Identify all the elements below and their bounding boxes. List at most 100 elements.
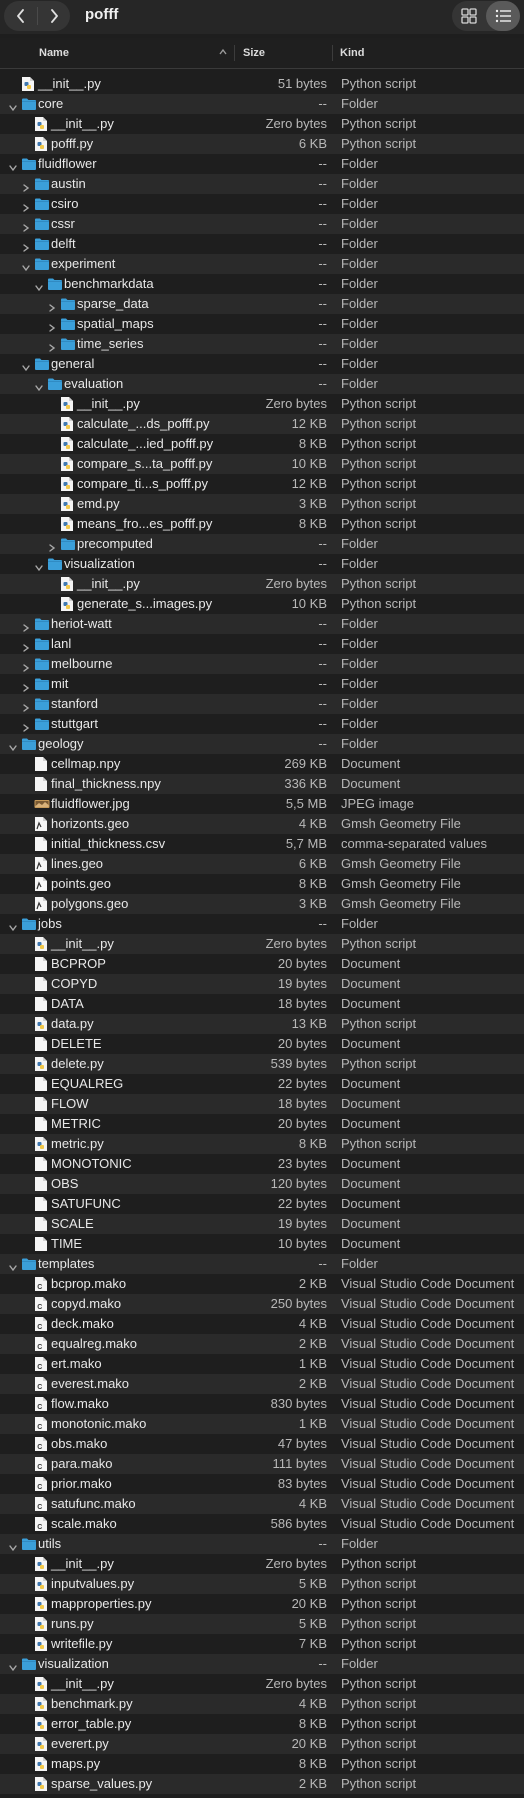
- forward-button[interactable]: [37, 1, 70, 31]
- file-row[interactable]: lines.geo 6 KB Gmsh Geometry File: [0, 854, 524, 874]
- folder-row[interactable]: precomputed -- Folder: [0, 534, 524, 554]
- folder-row[interactable]: lanl -- Folder: [0, 634, 524, 654]
- file-row[interactable]: Ccopyd.mako 250 bytes Visual Studio Code D…: [0, 1294, 524, 1314]
- file-row[interactable]: data.py 13 KB Python script: [0, 1014, 524, 1034]
- folder-row[interactable]: austin -- Folder: [0, 174, 524, 194]
- disclosure-collapsed-icon[interactable]: [21, 199, 31, 212]
- disclosure-expanded-icon[interactable]: [8, 1539, 18, 1552]
- file-row[interactable]: __init__.py Zero bytes Python script: [0, 1554, 524, 1574]
- folder-row[interactable]: benchmarkdata -- Folder: [0, 274, 524, 294]
- disclosure-expanded-icon[interactable]: [8, 159, 18, 172]
- file-row[interactable]: means_fro...es_pofff.py 8 KB Python script: [0, 514, 524, 534]
- folder-row[interactable]: stuttgart -- Folder: [0, 714, 524, 734]
- file-row[interactable]: Cequalreg.mako 2 KB Visual Studio Code Doc…: [0, 1334, 524, 1354]
- disclosure-collapsed-icon[interactable]: [21, 219, 31, 232]
- file-row[interactable]: __init__.py Zero bytes Python script: [0, 1674, 524, 1694]
- file-row[interactable]: initial_thickness.csv 5,7 MB comma-separat…: [0, 834, 524, 854]
- file-row[interactable]: everert.py 20 KB Python script: [0, 1734, 524, 1754]
- file-row[interactable]: Cpara.mako 111 bytes Visual Studio Code Do…: [0, 1454, 524, 1474]
- grid-view-button[interactable]: [452, 1, 486, 31]
- disclosure-expanded-icon[interactable]: [34, 379, 44, 392]
- file-row[interactable]: Cdeck.mako 4 KB Visual Studio Code Documen…: [0, 1314, 524, 1334]
- disclosure-expanded-icon[interactable]: [21, 359, 31, 372]
- file-row[interactable]: benchmark.py 4 KB Python script: [0, 1694, 524, 1714]
- file-row[interactable]: Cprior.mako 83 bytes Visual Studio Code Do…: [0, 1474, 524, 1494]
- folder-row[interactable]: mit -- Folder: [0, 674, 524, 694]
- disclosure-expanded-icon[interactable]: [8, 1259, 18, 1272]
- file-row[interactable]: DATA 18 bytes Document: [0, 994, 524, 1014]
- folder-row[interactable]: sparse_data -- Folder: [0, 294, 524, 314]
- file-row[interactable]: final_thickness.npy 336 KB Document: [0, 774, 524, 794]
- folder-row[interactable]: delft -- Folder: [0, 234, 524, 254]
- file-row[interactable]: points.geo 8 KB Gmsh Geometry File: [0, 874, 524, 894]
- file-row[interactable]: metric.py 8 KB Python script: [0, 1134, 524, 1154]
- folder-row[interactable]: jobs -- Folder: [0, 914, 524, 934]
- file-row[interactable]: METRIC 20 bytes Document: [0, 1114, 524, 1134]
- file-row[interactable]: FLOW 18 bytes Document: [0, 1094, 524, 1114]
- file-row[interactable]: calculate_...ied_pofff.py 8 KB Python scri…: [0, 434, 524, 454]
- disclosure-expanded-icon[interactable]: [8, 99, 18, 112]
- folder-row[interactable]: geology -- Folder: [0, 734, 524, 754]
- disclosure-collapsed-icon[interactable]: [21, 239, 31, 252]
- file-row[interactable]: inputvalues.py 5 KB Python script: [0, 1574, 524, 1594]
- file-row[interactable]: cellmap.npy 269 KB Document: [0, 754, 524, 774]
- folder-row[interactable]: csiro -- Folder: [0, 194, 524, 214]
- file-row[interactable]: TIME 10 bytes Document: [0, 1234, 524, 1254]
- file-row[interactable]: SATUFUNC 22 bytes Document: [0, 1194, 524, 1214]
- disclosure-collapsed-icon[interactable]: [21, 679, 31, 692]
- file-row[interactable]: maps.py 8 KB Python script: [0, 1754, 524, 1774]
- disclosure-collapsed-icon[interactable]: [47, 339, 57, 352]
- folder-row[interactable]: time_series -- Folder: [0, 334, 524, 354]
- column-header-kind[interactable]: Kind: [340, 47, 364, 59]
- sort-ascending-icon[interactable]: [218, 47, 228, 57]
- file-row[interactable]: OBS 120 bytes Document: [0, 1174, 524, 1194]
- file-row[interactable]: compare_ti...s_pofff.py 12 KB Python scrip…: [0, 474, 524, 494]
- file-row[interactable]: MONOTONIC 23 bytes Document: [0, 1154, 524, 1174]
- file-row[interactable]: generate_s...images.py 10 KB Python script: [0, 594, 524, 614]
- folder-row[interactable]: fluidflower -- Folder: [0, 154, 524, 174]
- folder-row[interactable]: core -- Folder: [0, 94, 524, 114]
- column-header-size[interactable]: Size: [243, 47, 265, 59]
- folder-row[interactable]: visualization -- Folder: [0, 554, 524, 574]
- file-row[interactable]: Cscale.mako 586 bytes Visual Studio Code D…: [0, 1514, 524, 1534]
- file-row[interactable]: Cmonotonic.mako 1 KB Visual Studio Code Do…: [0, 1414, 524, 1434]
- disclosure-expanded-icon[interactable]: [34, 559, 44, 572]
- file-row[interactable]: Cbcprop.mako 2 KB Visual Studio Code Docum…: [0, 1274, 524, 1294]
- file-row[interactable]: mapproperties.py 20 KB Python script: [0, 1594, 524, 1614]
- disclosure-collapsed-icon[interactable]: [21, 639, 31, 652]
- file-row[interactable]: BCPROP 20 bytes Document: [0, 954, 524, 974]
- folder-row[interactable]: spatial_maps -- Folder: [0, 314, 524, 334]
- column-header-name[interactable]: Name: [39, 47, 69, 59]
- folder-row[interactable]: melbourne -- Folder: [0, 654, 524, 674]
- column-divider[interactable]: [234, 45, 235, 61]
- file-row[interactable]: EQUALREG 22 bytes Document: [0, 1074, 524, 1094]
- disclosure-collapsed-icon[interactable]: [47, 319, 57, 332]
- file-row[interactable]: SCALE 19 bytes Document: [0, 1214, 524, 1234]
- file-row[interactable]: __init__.py Zero bytes Python script: [0, 934, 524, 954]
- file-row[interactable]: sparse_values.py 2 KB Python script: [0, 1774, 524, 1794]
- folder-row[interactable]: evaluation -- Folder: [0, 374, 524, 394]
- disclosure-expanded-icon[interactable]: [8, 739, 18, 752]
- file-row[interactable]: __init__.py Zero bytes Python script: [0, 394, 524, 414]
- folder-row[interactable]: visualization -- Folder: [0, 1654, 524, 1674]
- disclosure-collapsed-icon[interactable]: [21, 719, 31, 732]
- file-row[interactable]: compare_s...ta_pofff.py 10 KB Python scrip…: [0, 454, 524, 474]
- file-row[interactable]: DELETE 20 bytes Document: [0, 1034, 524, 1054]
- folder-row[interactable]: utils -- Folder: [0, 1534, 524, 1554]
- file-row[interactable]: __init__.py 51 bytes Python script: [0, 74, 524, 94]
- back-button[interactable]: [4, 1, 37, 31]
- folder-row[interactable]: cssr -- Folder: [0, 214, 524, 234]
- disclosure-expanded-icon[interactable]: [8, 919, 18, 932]
- file-row[interactable]: polygons.geo 3 KB Gmsh Geometry File: [0, 894, 524, 914]
- file-row[interactable]: error_table.py 8 KB Python script: [0, 1714, 524, 1734]
- disclosure-expanded-icon[interactable]: [8, 1659, 18, 1672]
- folder-row[interactable]: templates -- Folder: [0, 1254, 524, 1274]
- file-row[interactable]: horizonts.geo 4 KB Gmsh Geometry File: [0, 814, 524, 834]
- column-divider[interactable]: [332, 45, 333, 61]
- file-row[interactable]: writefile.py 7 KB Python script: [0, 1634, 524, 1654]
- disclosure-collapsed-icon[interactable]: [21, 619, 31, 632]
- disclosure-expanded-icon[interactable]: [21, 259, 31, 272]
- file-row[interactable]: pofff.py 6 KB Python script: [0, 134, 524, 154]
- file-row[interactable]: runs.py 5 KB Python script: [0, 1614, 524, 1634]
- file-row[interactable]: Csatufunc.mako 4 KB Visual Studio Code Doc…: [0, 1494, 524, 1514]
